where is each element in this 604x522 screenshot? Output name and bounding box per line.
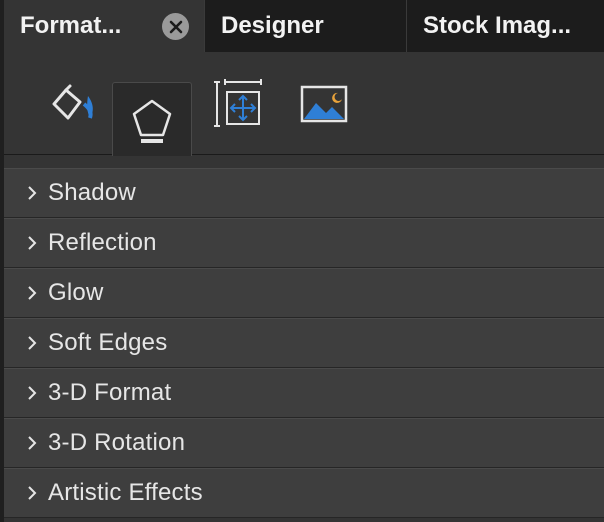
tab-designer[interactable]: Designer bbox=[204, 0, 406, 52]
section-reflection-label: Reflection bbox=[48, 229, 157, 256]
chevron-right-icon bbox=[28, 436, 37, 450]
size-properties-tab[interactable] bbox=[208, 52, 268, 155]
section-soft-edges-label: Soft Edges bbox=[48, 329, 168, 356]
close-icon bbox=[169, 20, 182, 33]
section-glow[interactable]: Glow bbox=[4, 268, 604, 318]
chevron-right-icon bbox=[28, 486, 37, 500]
tab-stock-images[interactable]: Stock Imag... bbox=[406, 0, 604, 52]
chevron-right-icon bbox=[28, 336, 37, 350]
fill-line-icon bbox=[52, 84, 93, 119]
chevron-right-icon bbox=[28, 286, 37, 300]
section-shadow-label: Shadow bbox=[48, 179, 136, 206]
section-glow-label: Glow bbox=[48, 279, 104, 306]
section-reflection[interactable]: Reflection bbox=[4, 218, 604, 268]
section-artistic-effects-label: Artistic Effects bbox=[48, 479, 203, 506]
tab-stock-images-label: Stock Imag... bbox=[423, 12, 572, 39]
pane-tab-strip: Format... Designer Stock Imag... bbox=[4, 0, 604, 52]
chevron-right-icon bbox=[28, 386, 37, 400]
size-properties-icon bbox=[214, 78, 262, 127]
section-3d-rotation[interactable]: 3-D Rotation bbox=[4, 418, 604, 468]
shape-effects-tab[interactable] bbox=[112, 82, 192, 156]
section-artistic-effects[interactable]: Artistic Effects bbox=[4, 468, 604, 518]
picture-tab[interactable] bbox=[294, 52, 354, 155]
section-shadow[interactable]: Shadow bbox=[4, 168, 604, 218]
section-soft-edges[interactable]: Soft Edges bbox=[4, 318, 604, 368]
section-3d-rotation-label: 3-D Rotation bbox=[48, 429, 186, 456]
tab-format-label: Format... bbox=[20, 12, 122, 39]
tab-designer-label: Designer bbox=[221, 12, 324, 39]
effects-section-list: Shadow Reflection Glow Soft Edges 3-D Fo… bbox=[4, 168, 604, 518]
shape-effects-icon bbox=[132, 99, 172, 143]
fill-line-tab[interactable] bbox=[40, 52, 108, 155]
section-3d-format[interactable]: 3-D Format bbox=[4, 368, 604, 418]
chevron-right-icon bbox=[28, 186, 37, 200]
format-pane: Format... Designer Stock Imag... Shadow … bbox=[0, 0, 604, 522]
section-3d-format-label: 3-D Format bbox=[48, 379, 172, 406]
format-icon-toolbar bbox=[4, 52, 604, 156]
chevron-right-icon bbox=[28, 236, 37, 250]
close-tab-button[interactable] bbox=[162, 13, 189, 40]
picture-icon bbox=[300, 85, 348, 122]
